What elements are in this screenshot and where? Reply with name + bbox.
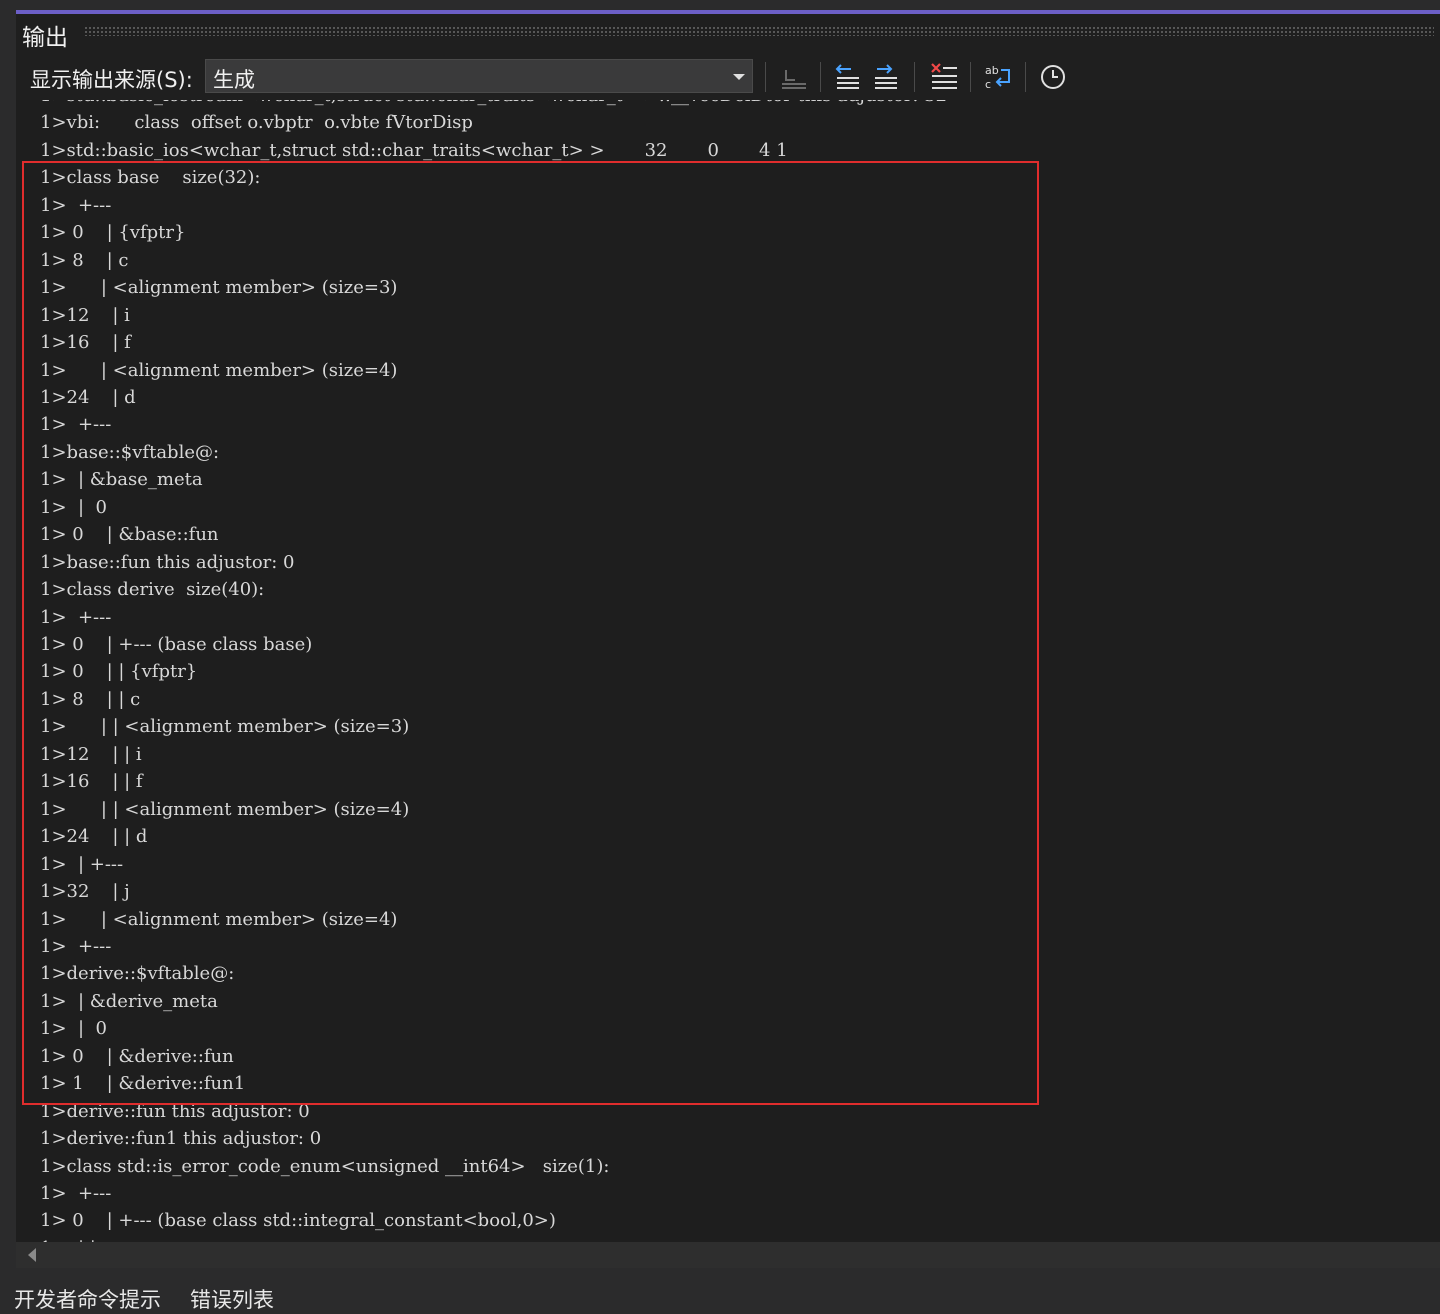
chevron-down-icon	[733, 74, 745, 80]
word-wrap-icon: ab c	[985, 64, 1010, 91]
svg-text:c: c	[985, 78, 991, 91]
output-line: 1>12 | i	[40, 304, 130, 326]
output-line: 1> +---	[40, 1183, 112, 1204]
output-line: 1>24 | | d	[40, 826, 148, 848]
output-line: 1>std::basic_ios<wchar_t,struct std::cha…	[40, 139, 788, 161]
output-line: 1> +---	[40, 414, 112, 436]
output-line: 1>derive::fun1 this adjustor: 0	[40, 1128, 322, 1150]
timestamp-button[interactable]	[1036, 60, 1070, 94]
timestamp-icon	[1041, 65, 1065, 89]
scroll-left-icon[interactable]	[28, 1248, 36, 1262]
output-line: 1>12 | | i	[40, 743, 142, 765]
output-line: 1>base::fun this adjustor: 0	[40, 551, 295, 573]
output-line: 1>class std::is_error_code_enum<unsigned…	[40, 1155, 610, 1177]
output-line: 1>16 | | f	[40, 771, 143, 793]
output-line: 1> 0 | {vfptr}	[40, 222, 186, 244]
output-line: 1>32 | j	[40, 881, 130, 903]
output-line: 1> 8 | | c	[40, 688, 141, 710]
word-wrap-button[interactable]: ab c	[981, 60, 1015, 94]
scroll-track[interactable]	[44, 1242, 1440, 1268]
output-line: 1>16 | f	[40, 332, 131, 354]
title-grip[interactable]	[84, 26, 1434, 36]
output-line: 1> 0 | | {vfptr}	[40, 661, 198, 683]
output-line: 1>derive::$vftable@:	[40, 963, 235, 985]
output-line: 1> | | <alignment member> (size=3)	[40, 716, 410, 738]
go-to-line-icon	[782, 70, 806, 89]
toolbar-separator	[970, 62, 971, 92]
horizontal-scrollbar[interactable]	[16, 1242, 1440, 1268]
toolbar-separator	[1025, 62, 1026, 92]
output-line: 1> 0 | &derive::fun	[40, 1045, 234, 1067]
toolbar-separator	[765, 62, 766, 92]
output-line: 1> | | <alignment member> (size=4)	[40, 798, 410, 820]
tab-developer-command-prompt[interactable]: 开发者命令提示	[14, 1284, 161, 1314]
panel-title: 输出	[22, 25, 68, 51]
output-line: 1>std::basic_iostream<wchar_t,struct std…	[40, 100, 947, 106]
source-label: 显示输出来源(S):	[30, 68, 193, 92]
clear-all-button[interactable]	[926, 60, 960, 94]
output-line: 1> | <alignment member> (size=4)	[40, 908, 398, 930]
output-line: 1> | 0	[40, 1018, 107, 1040]
output-line: 1>24 | d	[40, 386, 136, 408]
previous-message-icon	[835, 64, 859, 89]
output-line: 1> | &base_meta	[40, 469, 203, 491]
svg-text:ab: ab	[985, 64, 999, 77]
output-line: 1>class derive size(40):	[40, 579, 265, 601]
output-line: 1> 1 | &derive::fun1	[40, 1073, 246, 1095]
output-line: 1>class base size(32):	[40, 167, 261, 189]
clear-all-icon	[931, 63, 957, 89]
output-line: 1>derive::fun this adjustor: 0	[40, 1100, 310, 1122]
output-line: 1> 8 | c	[40, 249, 129, 271]
source-select-value: 生成	[213, 68, 255, 92]
output-line: 1> 0 | &base::fun	[40, 524, 219, 546]
output-line: 1> | +---	[40, 853, 124, 875]
output-line: 1> | 0	[40, 496, 107, 518]
output-pane[interactable]: 1>std::basic_iostream<wchar_t,struct std…	[16, 100, 1440, 1242]
output-line: 1> | <alignment member> (size=4)	[40, 359, 398, 381]
output-line: 1> | &derive_meta	[40, 990, 218, 1012]
tab-error-list[interactable]: 错误列表	[190, 1284, 274, 1314]
output-line: 1>base::$vftable@:	[40, 441, 220, 463]
output-line: 1>vbi: class offset o.vbptr o.vbte fVtor…	[40, 112, 473, 134]
source-select[interactable]: 生成	[205, 59, 753, 93]
toolbar-separator	[820, 62, 821, 92]
output-line: 1> | <alignment member> (size=3)	[40, 277, 398, 299]
previous-message-button[interactable]	[831, 60, 865, 94]
go-to-line-button[interactable]	[777, 60, 811, 94]
next-message-button[interactable]	[869, 60, 903, 94]
output-line: 1> 0 | +--- (base class std::integral_co…	[40, 1210, 556, 1232]
output-line: 1> 0 | +--- (base class base)	[40, 634, 313, 655]
output-line: 1> +---	[40, 194, 112, 216]
next-message-icon	[875, 64, 897, 89]
output-line: 1> +---	[40, 935, 112, 957]
toolbar-separator	[914, 62, 915, 92]
output-line: 1> +---	[40, 606, 112, 628]
